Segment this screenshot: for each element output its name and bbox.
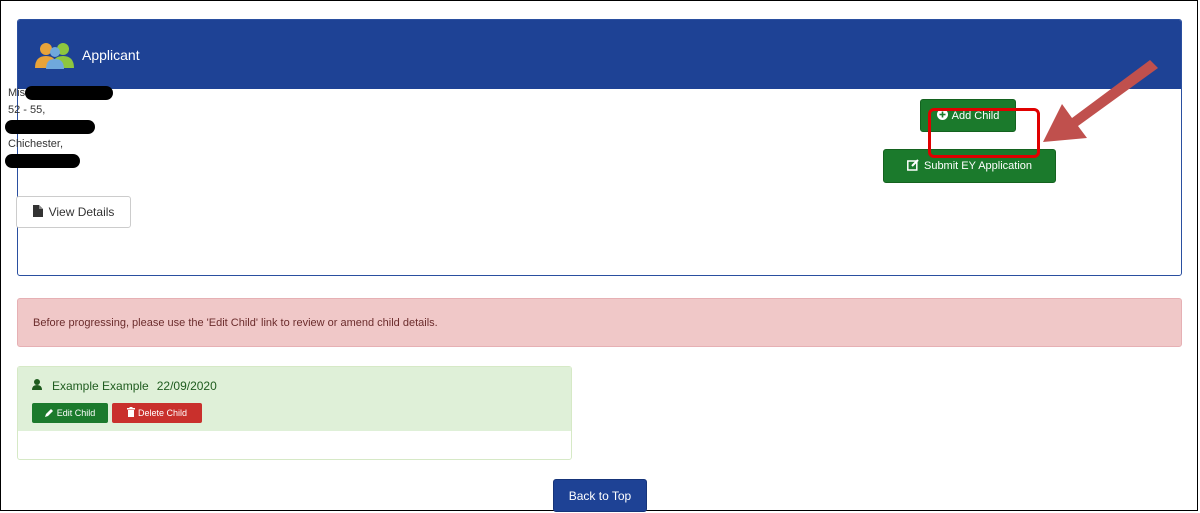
- delete-child-button[interactable]: Delete Child: [112, 403, 202, 423]
- annotation-arrow-icon: [1043, 60, 1158, 142]
- back-to-top-label: Back to Top: [568, 488, 632, 503]
- add-child-button[interactable]: Add Child: [920, 99, 1016, 132]
- delete-child-label: Delete Child: [137, 408, 188, 418]
- document-icon: [32, 204, 43, 220]
- applicant-panel: Applicant: [17, 19, 1182, 276]
- view-details-label: View Details: [48, 205, 115, 219]
- edit-square-icon: [907, 158, 919, 174]
- back-to-top-button[interactable]: Back to Top: [553, 479, 647, 512]
- child-dob: 22/09/2020: [156, 379, 217, 393]
- edit-child-button[interactable]: Edit Child: [32, 403, 108, 423]
- applicant-panel-header: Applicant: [18, 20, 1181, 89]
- redacted-block: [5, 154, 80, 169]
- view-details-button[interactable]: View Details: [16, 196, 131, 228]
- redacted-block: [5, 120, 95, 135]
- trash-icon: [126, 407, 135, 419]
- edit-child-label: Edit Child: [56, 408, 96, 418]
- add-child-label: Add Child: [951, 109, 1000, 122]
- alert-text: Before progressing, please use the 'Edit…: [33, 316, 438, 329]
- panel-title: Applicant: [82, 46, 140, 63]
- submit-label: Submit EY Application: [923, 160, 1033, 172]
- alert-message: Before progressing, please use the 'Edit…: [17, 298, 1182, 347]
- child-name: Example Example: [52, 379, 149, 393]
- child-summary: Example Example 22/09/2020: [32, 379, 217, 393]
- applicant-address: Miss 52 - 55, Chichester,: [5, 85, 113, 170]
- redacted-block: [24, 86, 113, 101]
- address-line-4: Chichester,: [8, 138, 64, 150]
- plus-circle-icon: [936, 108, 948, 123]
- user-icon: [32, 379, 42, 393]
- people-icon: [34, 41, 78, 69]
- address-line-2: 52 - 55,: [8, 104, 46, 116]
- pencil-icon: [44, 408, 54, 419]
- submit-ey-application-button[interactable]: Submit EY Application: [883, 149, 1056, 183]
